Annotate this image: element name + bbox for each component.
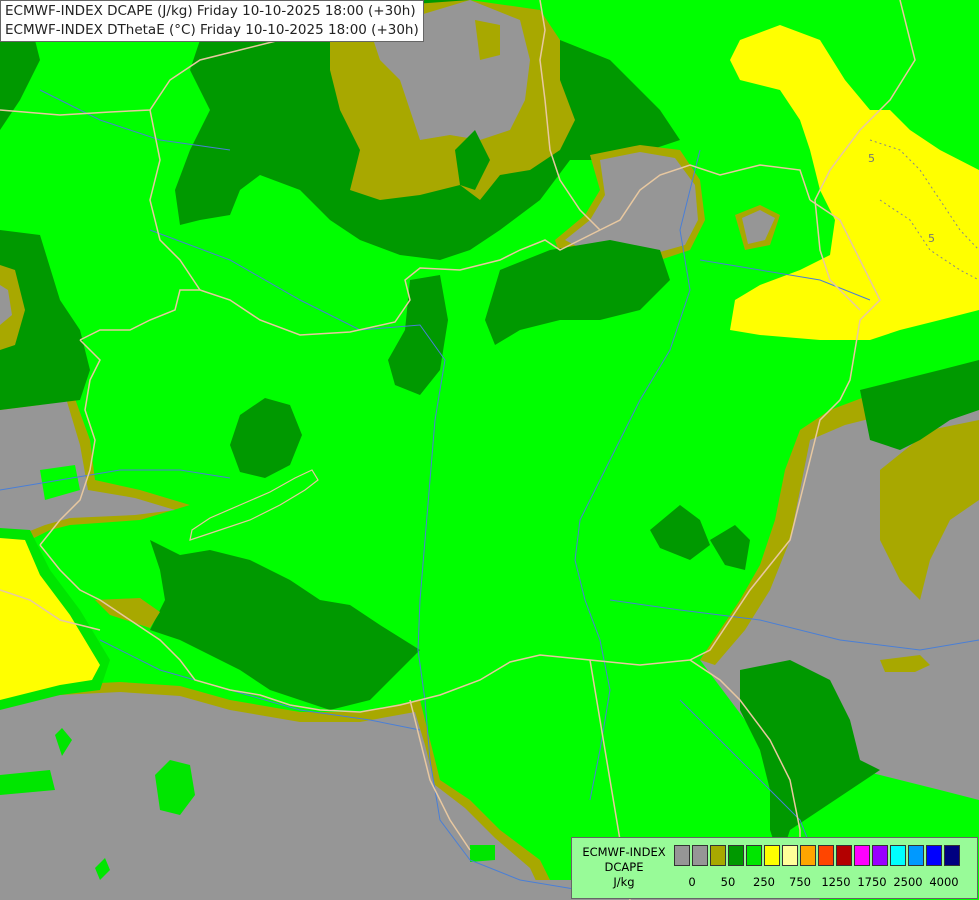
legend-swatch bbox=[800, 845, 816, 866]
legend-swatch bbox=[764, 845, 780, 866]
legend-swatch bbox=[944, 845, 960, 866]
dthetae-label-2: 5 bbox=[928, 232, 935, 245]
legend-swatch bbox=[782, 845, 798, 866]
legend-title-line3: J/kg bbox=[613, 875, 635, 889]
legend-swatch bbox=[926, 845, 942, 866]
legend-swatch bbox=[818, 845, 834, 866]
legend-swatch bbox=[692, 845, 708, 866]
map-header: ECMWF-INDEX DCAPE (J/kg) Friday 10-10-20… bbox=[0, 0, 424, 42]
legend-tick-label: 1250 bbox=[821, 875, 851, 889]
legend-swatch bbox=[872, 845, 888, 866]
legend-tick-label: 250 bbox=[753, 875, 775, 889]
dthetae-label-1: 5 bbox=[868, 152, 875, 165]
legend-swatch bbox=[746, 845, 762, 866]
legend-swatch bbox=[674, 845, 690, 866]
legend: ECMWF-INDEX DCAPE J/kg 0 50 250 750 1250 1750… bbox=[571, 837, 978, 899]
dcape-map: 5 5 bbox=[0, 0, 979, 900]
legend-title-line2: DCAPE bbox=[604, 860, 644, 874]
legend-swatch bbox=[836, 845, 852, 866]
legend-tick-label: 4000 bbox=[929, 875, 959, 889]
legend-title: ECMWF-INDEX DCAPE J/kg bbox=[578, 845, 670, 890]
legend-ticks: 0 50 250 750 1250 1750 2500 4000 bbox=[674, 875, 974, 891]
legend-swatches bbox=[674, 845, 962, 866]
legend-swatch bbox=[890, 845, 906, 866]
legend-title-line1: ECMWF-INDEX bbox=[582, 845, 666, 859]
green-islet-5 bbox=[470, 845, 495, 862]
legend-tick-label: 1750 bbox=[857, 875, 887, 889]
legend-tick-label: 50 bbox=[720, 875, 736, 889]
legend-tick-label: 2500 bbox=[893, 875, 923, 889]
legend-swatch bbox=[854, 845, 870, 866]
legend-swatch bbox=[908, 845, 924, 866]
legend-swatch bbox=[728, 845, 744, 866]
legend-tick-label: 750 bbox=[789, 875, 811, 889]
header-line-dthetae: ECMWF-INDEX DThetaE (°C) Friday 10-10-20… bbox=[5, 22, 419, 38]
legend-tick-label: 0 bbox=[688, 875, 696, 889]
legend-swatch bbox=[710, 845, 726, 866]
header-line-dcape: ECMWF-INDEX DCAPE (J/kg) Friday 10-10-20… bbox=[5, 3, 416, 19]
